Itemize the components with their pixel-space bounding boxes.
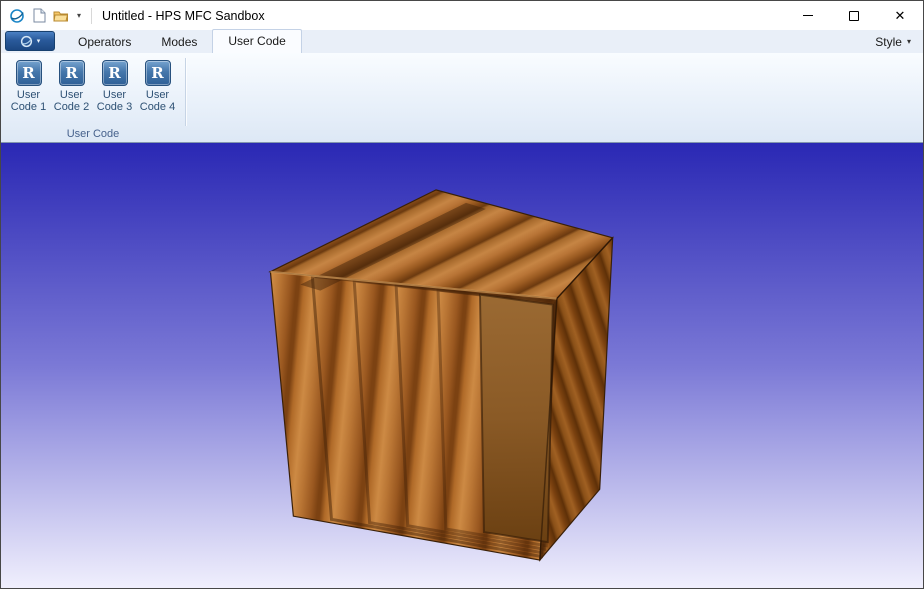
application-menu-button[interactable]: ▾ (5, 31, 55, 51)
ribbon-tab-row: ▾ Operators Modes User Code Style ▾ (1, 30, 923, 53)
user-code-4-label: UserCode 4 (140, 89, 175, 114)
style-menu-label: Style (875, 35, 902, 49)
user-code-1-label: UserCode 1 (11, 89, 46, 114)
title-bar[interactable]: ▾ Untitled - HPS MFC Sandbox ✕ (1, 1, 923, 30)
minimize-button[interactable] (785, 1, 831, 30)
3d-viewport[interactable] (1, 143, 923, 588)
user-code-1-icon: R (16, 60, 42, 86)
ribbon-group-separator (185, 58, 186, 126)
user-code-3-button[interactable]: R UserCode 3 (94, 58, 135, 114)
user-code-3-label: UserCode 3 (97, 89, 132, 114)
tab-modes[interactable]: Modes (146, 31, 212, 53)
user-code-2-label: UserCode 2 (54, 89, 89, 114)
qat-customize-caret-icon[interactable]: ▾ (75, 11, 83, 20)
tab-operators[interactable]: Operators (63, 31, 146, 53)
app-menu-caret-icon: ▾ (37, 38, 41, 45)
user-code-4-button[interactable]: R UserCode 4 (137, 58, 178, 114)
user-code-1-button[interactable]: R UserCode 1 (8, 58, 49, 114)
ribbon-panel-user-code: R UserCode 1 R UserCode 2 R UserCode 3 R… (1, 53, 923, 143)
user-code-2-icon: R (59, 60, 85, 86)
quick-access-toolbar: ▾ (1, 8, 87, 24)
app-logo-icon (9, 8, 25, 24)
user-code-4-icon: R (145, 60, 171, 86)
close-button[interactable]: ✕ (877, 1, 923, 30)
ribbon-group-label: User Code (1, 128, 185, 140)
user-code-2-button[interactable]: R UserCode 2 (51, 58, 92, 114)
tab-user-code[interactable]: User Code (212, 29, 301, 53)
style-menu-caret-icon: ▾ (907, 38, 911, 46)
window-controls: ✕ (785, 1, 923, 30)
maximize-button[interactable] (831, 1, 877, 30)
new-document-icon[interactable] (31, 8, 47, 24)
open-folder-icon[interactable] (53, 8, 69, 24)
titlebar-separator (91, 8, 92, 24)
minimize-icon (803, 15, 813, 16)
3d-scene (1, 143, 923, 588)
user-code-button-group: R UserCode 1 R UserCode 2 R UserCode 3 R… (1, 53, 923, 114)
app-window: ▾ Untitled - HPS MFC Sandbox ✕ ▾ Operato… (0, 0, 924, 589)
app-logo-mini-icon (20, 35, 33, 48)
maximize-icon (849, 11, 859, 21)
style-menu-button[interactable]: Style ▾ (863, 31, 923, 53)
window-title: Untitled - HPS MFC Sandbox (96, 9, 265, 23)
user-code-3-icon: R (102, 60, 128, 86)
close-icon: ✕ (895, 9, 906, 22)
